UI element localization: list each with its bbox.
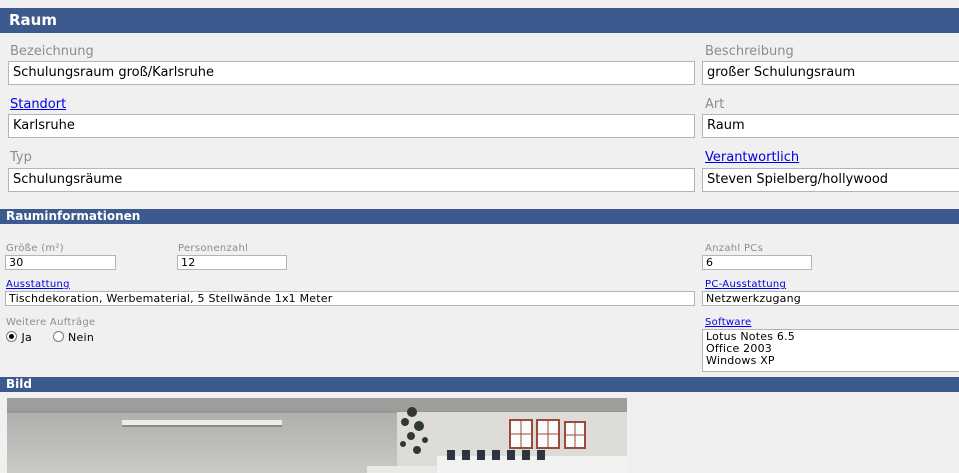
ausstattung-link[interactable]: Ausstattung: [6, 279, 70, 290]
personenzahl-field[interactable]: 12: [177, 255, 287, 270]
pc-ausstattung-field[interactable]: Netzwerkzugang: [702, 291, 959, 306]
anzahl-pcs-label: Anzahl PCs: [705, 243, 764, 254]
radio-ja-label: Ja: [21, 331, 33, 344]
bezeichnung-label: Bezeichnung: [10, 44, 94, 59]
weitere-auftraege-radio-group: Ja Nein: [6, 328, 94, 346]
art-field[interactable]: Raum: [702, 114, 959, 138]
software-item[interactable]: Windows XP: [706, 355, 959, 367]
software-link[interactable]: Software: [705, 317, 751, 328]
groesse-field[interactable]: 30: [5, 255, 116, 270]
typ-field[interactable]: Schulungsräume: [8, 168, 695, 192]
art-label: Art: [705, 97, 725, 112]
section-header-rauminformationen: Rauminformationen: [0, 209, 959, 224]
room-photo: [7, 398, 627, 473]
beschreibung-field[interactable]: großer Schulungsraum: [702, 61, 959, 85]
groesse-label: Größe (m²): [6, 243, 64, 254]
standort-link[interactable]: Standort: [10, 97, 66, 112]
radio-nein-label: Nein: [67, 331, 95, 344]
software-list[interactable]: Lotus Notes 6.5 Office 2003 Windows XP: [702, 329, 959, 372]
anzahl-pcs-field[interactable]: 6: [702, 255, 812, 270]
personenzahl-label: Personenzahl: [178, 243, 249, 254]
pc-ausstattung-link[interactable]: PC-Ausstattung: [705, 279, 786, 290]
section-header-bild: Bild: [0, 377, 959, 392]
ausstattung-field[interactable]: Tischdekoration, Werbematerial, 5 Stellw…: [5, 291, 695, 306]
beschreibung-label: Beschreibung: [705, 44, 794, 59]
typ-label: Typ: [10, 150, 32, 165]
weitere-auftraege-label: Weitere Aufträge: [6, 317, 96, 328]
verantwortlich-field[interactable]: Steven Spielberg/hollywood: [702, 168, 959, 192]
section-header-raum: Raum: [0, 8, 959, 33]
radio-nein[interactable]: [52, 331, 64, 342]
standort-field[interactable]: Karlsruhe: [8, 114, 695, 138]
bezeichnung-field[interactable]: Schulungsraum groß/Karlsruhe: [8, 61, 695, 85]
verantwortlich-link[interactable]: Verantwortlich: [705, 150, 799, 165]
radio-ja[interactable]: [6, 331, 17, 342]
